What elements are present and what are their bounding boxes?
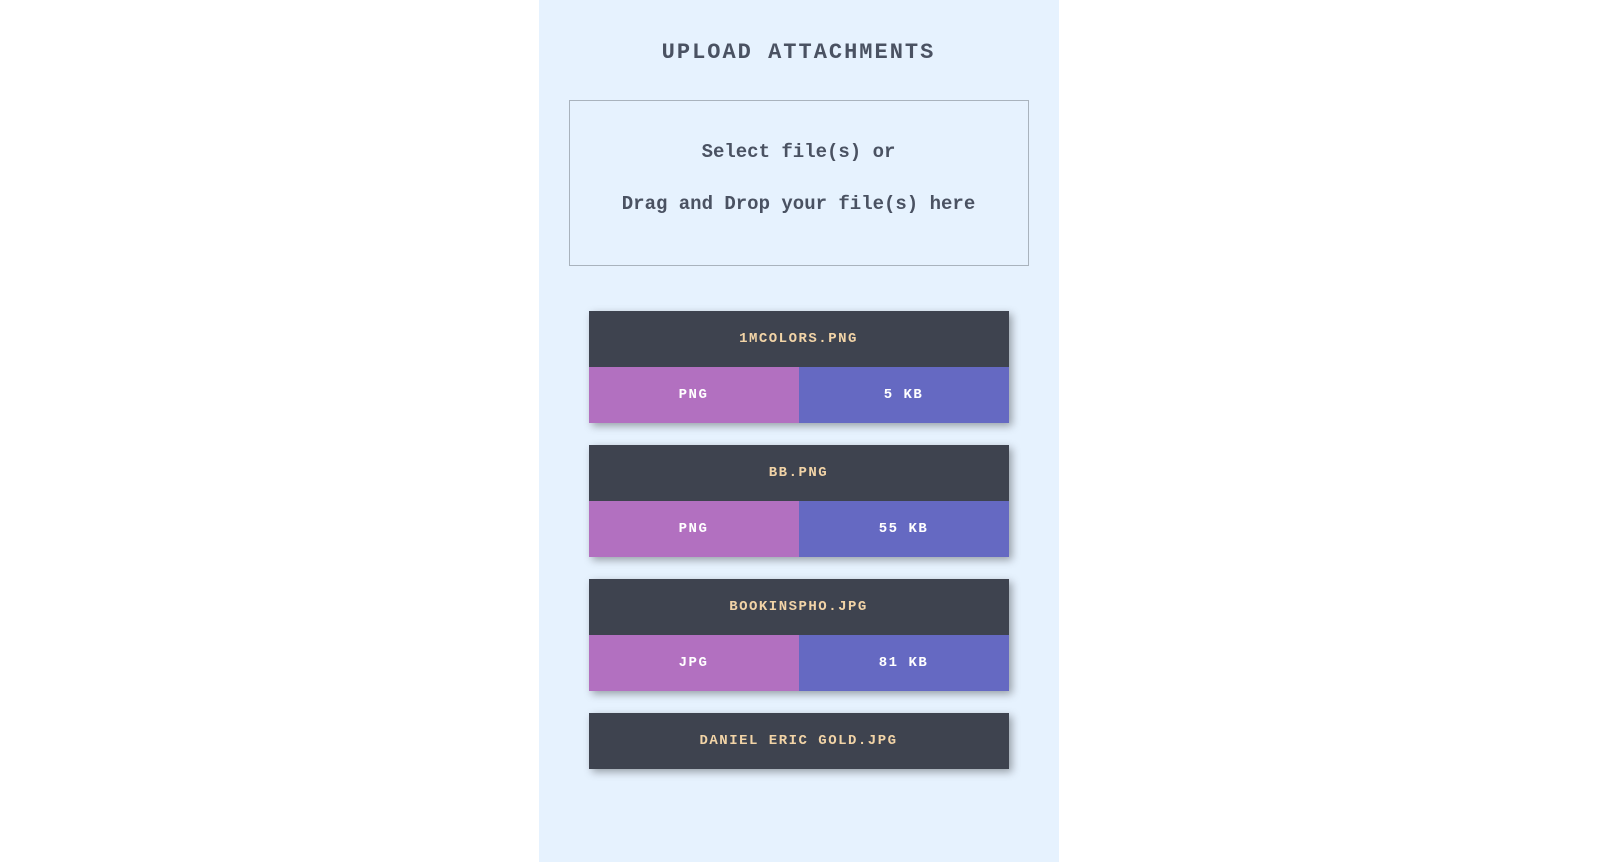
file-type: PNG — [589, 367, 799, 423]
file-meta-row: JPG 81 KB — [589, 635, 1009, 691]
file-size: 5 KB — [799, 367, 1009, 423]
file-card[interactable]: 1MCOLORS.PNG PNG 5 KB — [589, 311, 1009, 423]
file-card[interactable]: BB.PNG PNG 55 KB — [589, 445, 1009, 557]
dropzone-text-drag: Drag and Drop your file(s) here — [590, 193, 1008, 215]
file-name: 1MCOLORS.PNG — [589, 311, 1009, 367]
dropzone-text-select: Select file(s) or — [590, 141, 1008, 163]
file-list: 1MCOLORS.PNG PNG 5 KB BB.PNG PNG 55 KB B… — [569, 311, 1029, 769]
file-name: BOOKINSPHO.JPG — [589, 579, 1009, 635]
file-card[interactable]: BOOKINSPHO.JPG JPG 81 KB — [589, 579, 1009, 691]
file-meta-row: PNG 55 KB — [589, 501, 1009, 557]
file-name: BB.PNG — [589, 445, 1009, 501]
file-meta-row: PNG 5 KB — [589, 367, 1009, 423]
file-type: JPG — [589, 635, 799, 691]
file-type: PNG — [589, 501, 799, 557]
file-card[interactable]: DANIEL ERIC GOLD.JPG — [589, 713, 1009, 769]
file-size: 55 KB — [799, 501, 1009, 557]
page-title: UPLOAD ATTACHMENTS — [569, 40, 1029, 65]
file-size: 81 KB — [799, 635, 1009, 691]
file-name: DANIEL ERIC GOLD.JPG — [589, 713, 1009, 769]
upload-container: UPLOAD ATTACHMENTS Select file(s) or Dra… — [539, 0, 1059, 862]
file-dropzone[interactable]: Select file(s) or Drag and Drop your fil… — [569, 100, 1029, 266]
